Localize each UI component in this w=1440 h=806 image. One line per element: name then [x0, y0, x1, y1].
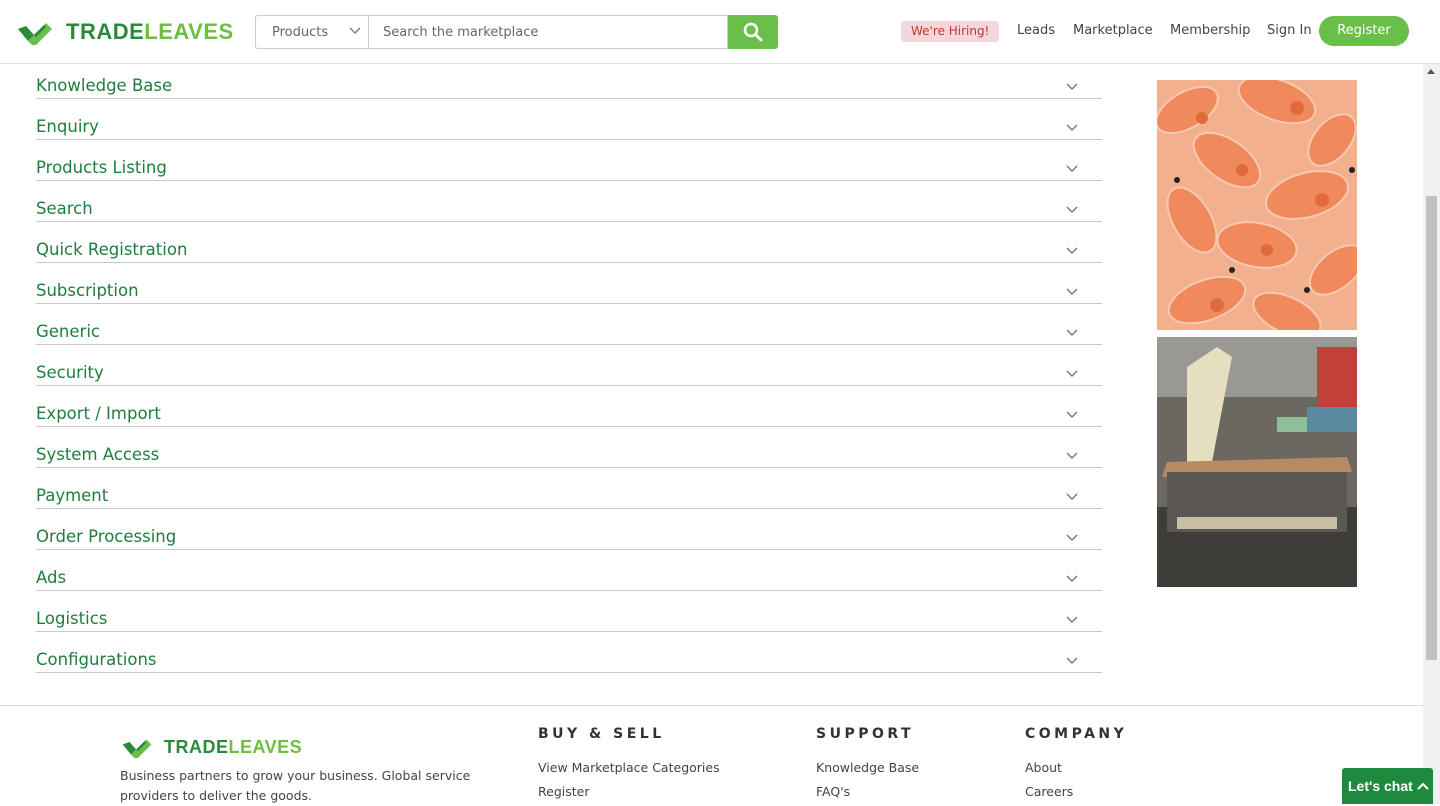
- faq-section-item[interactable]: Logistics: [36, 591, 1102, 632]
- chevron-up-icon: [1417, 782, 1429, 790]
- faq-section-label: Configurations: [36, 650, 157, 669]
- chat-label: Let's chat: [1348, 778, 1413, 794]
- footer-buy-sell: BUY & SELL View Marketplace Categories R…: [538, 726, 720, 804]
- faq-section-label: Export / Import: [36, 404, 161, 423]
- search-input[interactable]: [368, 15, 728, 49]
- chat-button[interactable]: Let's chat: [1342, 768, 1433, 804]
- faq-section-item[interactable]: Enquiry: [36, 99, 1102, 140]
- faq-section-item[interactable]: Products Listing: [36, 140, 1102, 181]
- chevron-down-icon: [1066, 657, 1078, 664]
- faq-section-item[interactable]: Ads: [36, 550, 1102, 591]
- faq-section-item[interactable]: Order Processing: [36, 509, 1102, 550]
- chevron-down-icon: [1066, 452, 1078, 459]
- faq-section-item[interactable]: Payment: [36, 468, 1102, 509]
- faq-section-label: Ads: [36, 568, 67, 587]
- logo-leaf-icon: [122, 739, 152, 758]
- faq-section-label: Generic: [36, 322, 100, 341]
- logo-text: TRADELEAVES: [66, 19, 234, 44]
- search-button[interactable]: [728, 15, 778, 49]
- search-category-select[interactable]: Products: [255, 15, 368, 49]
- faq-section-item[interactable]: Generic: [36, 304, 1102, 345]
- chevron-down-icon: [1066, 575, 1078, 582]
- faq-section-item[interactable]: Export / Import: [36, 386, 1102, 427]
- faq-section-item[interactable]: Security: [36, 345, 1102, 386]
- footer-link[interactable]: Knowledge Base: [816, 756, 919, 780]
- chevron-down-icon: [1066, 411, 1078, 418]
- chevron-down-icon: [1066, 83, 1078, 90]
- site-header: TRADELEAVES Products We're Hiring! Leads…: [0, 0, 1440, 64]
- chevron-down-icon: [1066, 534, 1078, 541]
- nav-leads[interactable]: Leads: [1017, 23, 1055, 38]
- chevron-down-icon: [1066, 329, 1078, 336]
- footer-company: COMPANY About Careers: [1025, 726, 1127, 804]
- search-bar: Products: [255, 15, 778, 49]
- faq-section-label: Knowledge Base: [36, 76, 173, 95]
- footer-heading: COMPANY: [1025, 726, 1128, 742]
- footer-link[interactable]: View Marketplace Categories: [538, 756, 720, 780]
- faq-section-label: Security: [36, 363, 104, 382]
- faq-section-item[interactable]: System Access: [36, 427, 1102, 468]
- faq-section-item[interactable]: Knowledge Base: [36, 64, 1102, 99]
- faq-section-item[interactable]: Configurations: [36, 632, 1102, 673]
- chevron-down-icon: [349, 27, 361, 34]
- site-footer: TRADELEAVES Business partners to grow yo…: [0, 705, 1423, 804]
- logo[interactable]: TRADELEAVES: [16, 18, 234, 46]
- faq-section-item[interactable]: Search: [36, 181, 1102, 222]
- nav-marketplace[interactable]: Marketplace: [1073, 23, 1153, 38]
- faq-section-label: Logistics: [36, 609, 108, 628]
- scroll-up-arrow[interactable]: [1427, 69, 1435, 74]
- factory-photo: [1157, 337, 1357, 587]
- footer-heading: SUPPORT: [816, 726, 915, 742]
- faq-section-label: Products Listing: [36, 158, 167, 177]
- footer-link[interactable]: Register: [538, 780, 720, 804]
- register-button[interactable]: Register: [1319, 16, 1409, 46]
- footer-heading: BUY & SELL: [538, 726, 665, 742]
- search-category-value: Products: [272, 24, 329, 40]
- faq-section-label: Subscription: [36, 281, 139, 300]
- faq-section-item[interactable]: Subscription: [36, 263, 1102, 304]
- footer-support: SUPPORT Knowledge Base FAQ's: [816, 726, 919, 804]
- hiring-badge[interactable]: We're Hiring!: [901, 21, 1000, 42]
- chevron-down-icon: [1066, 288, 1078, 295]
- chevron-down-icon: [1066, 247, 1078, 254]
- chevron-down-icon: [1066, 616, 1078, 623]
- nav-sign-in[interactable]: Sign In: [1267, 23, 1312, 38]
- faq-accordion: Knowledge Base Enquiry Products Listing Sea…: [36, 64, 1102, 673]
- chevron-down-icon: [1066, 493, 1078, 500]
- footer-tagline: Business partners to grow your business.…: [120, 768, 471, 803]
- faq-section-label: Payment: [36, 486, 109, 505]
- footer-link[interactable]: FAQ's: [816, 780, 919, 804]
- chevron-down-icon: [1066, 124, 1078, 131]
- faq-section-item[interactable]: Quick Registration: [36, 222, 1102, 263]
- chevron-down-icon: [1066, 206, 1078, 213]
- footer-logo[interactable]: TRADELEAVES: [120, 736, 302, 758]
- faq-section-label: Enquiry: [36, 117, 99, 136]
- page-scrollbar[interactable]: [1423, 64, 1440, 804]
- shrimp-photo: [1157, 80, 1357, 330]
- faq-section-label: Order Processing: [36, 527, 177, 546]
- search-icon: [743, 22, 763, 42]
- scroll-thumb[interactable]: [1426, 196, 1437, 660]
- footer-link[interactable]: Careers: [1025, 780, 1127, 804]
- footer-link[interactable]: About: [1025, 756, 1127, 780]
- faq-section-label: System Access: [36, 445, 160, 464]
- nav-membership[interactable]: Membership: [1170, 23, 1250, 38]
- footer-logo-text: TRADELEAVES: [164, 736, 303, 757]
- faq-section-label: Search: [36, 199, 93, 218]
- faq-section-label: Quick Registration: [36, 240, 188, 259]
- chevron-down-icon: [1066, 165, 1078, 172]
- logo-leaf-icon: [18, 23, 52, 45]
- chevron-down-icon: [1066, 370, 1078, 377]
